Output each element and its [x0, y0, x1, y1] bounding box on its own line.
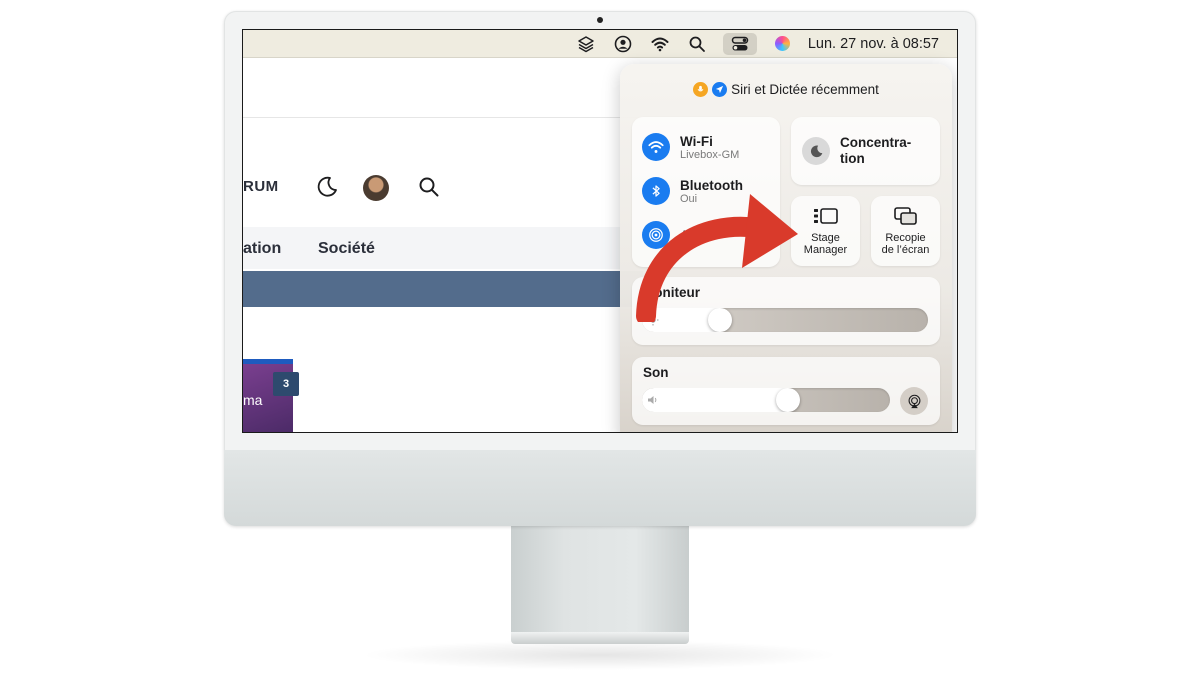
wifi-toggle-icon[interactable]: [642, 133, 670, 161]
user-circle-icon[interactable]: [612, 33, 634, 55]
focus-tile[interactable]: Concentra- tion: [791, 117, 940, 185]
control-center-icon[interactable]: [722, 32, 757, 55]
wifi-icon[interactable]: [649, 33, 671, 55]
web-brand-partial[interactable]: RUM: [243, 178, 279, 195]
layers-icon[interactable]: [575, 33, 597, 55]
wifi-row[interactable]: Wi-Fi Livebox-GM: [642, 133, 739, 161]
screen: Lun. 27 nov. à 08:57 RUM ation Société m…: [242, 29, 958, 433]
web-header-divider: [243, 117, 643, 118]
screen-mirroring-button[interactable]: Recopie de l’écran: [871, 196, 940, 266]
screen-mirroring-label-line2: de l’écran: [881, 244, 930, 256]
dark-mode-moon-icon[interactable]: [315, 175, 339, 199]
speaker-icon: [648, 396, 657, 404]
nav-item-societe[interactable]: Société: [318, 240, 375, 258]
web-search-icon[interactable]: [418, 176, 440, 198]
focus-moon-icon: [802, 137, 830, 165]
sound-tile: Son: [632, 357, 940, 425]
siri-dictation-header[interactable]: Siri et Dictée récemment: [620, 82, 952, 97]
web-blue-band: [243, 271, 643, 307]
screen-mirroring-label-line1: Recopie: [885, 232, 926, 244]
search-icon[interactable]: [686, 33, 708, 55]
stage-manager-label-line1: Stage: [811, 232, 840, 244]
screen-mirroring-icon: [894, 207, 917, 225]
microphone-icon: [693, 82, 709, 97]
camera-icon: [597, 17, 603, 23]
avatar[interactable]: [363, 175, 389, 201]
stage-manager-icon: [814, 208, 838, 224]
web-nav-bar: [243, 227, 643, 269]
red-arrow-annotation: [636, 194, 798, 322]
volume-fill: [642, 388, 788, 412]
stage-manager-label-line2: Manager: [803, 244, 848, 256]
card-badge: 3: [273, 372, 299, 396]
focus-label: Concentra- tion: [840, 135, 912, 166]
siri-dictation-label: Siri et Dictée récemment: [731, 82, 879, 97]
stage-manager-button[interactable]: Stage Manager: [791, 196, 860, 266]
imac-stand: [511, 526, 689, 634]
location-arrow-icon: [712, 82, 728, 97]
floor-shadow: [360, 640, 840, 670]
imac-chin: [224, 450, 976, 526]
nav-item-partial[interactable]: ation: [243, 240, 281, 258]
sound-title: Son: [643, 365, 669, 380]
imac-stand-foot: [511, 632, 689, 644]
siri-icon[interactable]: [772, 33, 794, 55]
wifi-title: Wi-Fi: [680, 133, 713, 149]
card-text: ma: [243, 392, 263, 408]
menubar: Lun. 27 nov. à 08:57: [243, 30, 957, 58]
menubar-clock[interactable]: Lun. 27 nov. à 08:57: [808, 36, 939, 52]
airplay-audio-icon: [908, 394, 920, 408]
volume-knob[interactable]: [776, 388, 800, 412]
volume-slider[interactable]: [642, 388, 890, 412]
wifi-network-name: Livebox-GM: [680, 148, 740, 161]
airplay-audio-button[interactable]: [900, 387, 928, 415]
